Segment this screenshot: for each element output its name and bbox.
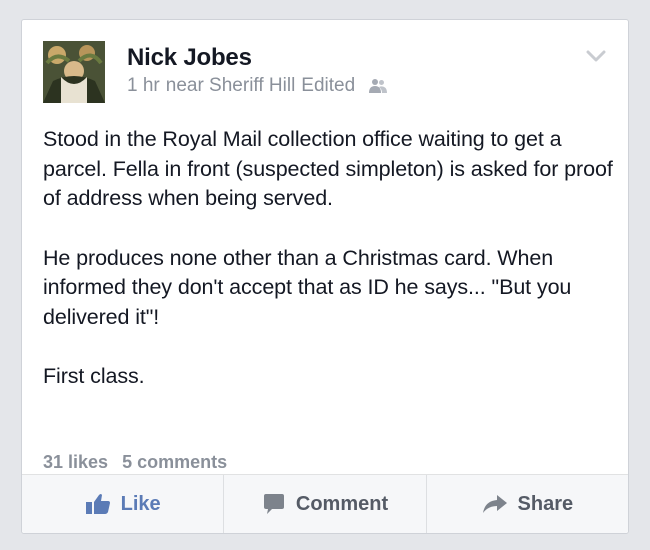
post-body: Stood in the Royal Mail collection offic…	[43, 125, 613, 422]
post-paragraph: Stood in the Royal Mail collection offic…	[43, 127, 613, 210]
share-icon	[482, 495, 507, 513]
avatar[interactable]	[43, 41, 105, 103]
share-button[interactable]: Share	[425, 475, 628, 533]
comments-count[interactable]: 5 comments	[122, 452, 227, 473]
post-time[interactable]: 1 hr	[127, 75, 160, 97]
like-label: Like	[120, 492, 161, 515]
post-paragraph: He produces none other than a Christmas …	[43, 245, 572, 329]
post-paragraph: First class.	[43, 364, 145, 388]
comment-button[interactable]: Comment	[223, 475, 425, 533]
edited-label[interactable]: Edited	[301, 75, 355, 97]
post-meta: 1 hr near Sheriff Hill Edited	[127, 75, 388, 97]
post-stats: 31 likes 5 comments	[43, 452, 227, 473]
like-button[interactable]: Like	[22, 475, 223, 533]
comment-icon	[263, 494, 284, 514]
friends-icon[interactable]	[369, 78, 388, 94]
post-location[interactable]: near Sheriff Hill	[166, 75, 296, 97]
chevron-down-icon[interactable]	[586, 49, 606, 63]
action-bar: Like Comment Share	[22, 474, 628, 533]
avatar-image	[43, 41, 105, 103]
post-card: Nick Jobes 1 hr near Sheriff Hill Edited…	[21, 19, 629, 534]
author-name[interactable]: Nick Jobes	[127, 44, 252, 72]
post-header: Nick Jobes 1 hr near Sheriff Hill Edited	[43, 41, 608, 103]
comment-label: Comment	[295, 492, 389, 515]
share-label: Share	[517, 492, 574, 515]
likes-count[interactable]: 31 likes	[43, 452, 108, 473]
thumbs-up-icon	[85, 494, 110, 514]
